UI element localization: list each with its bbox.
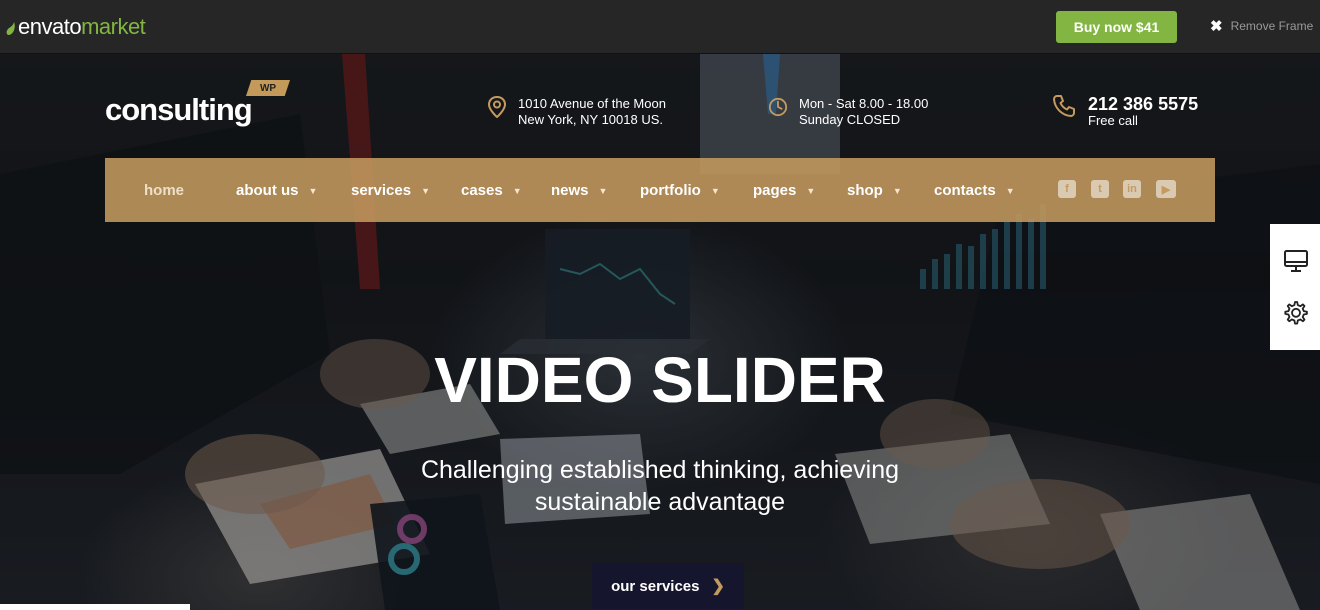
clock-icon bbox=[768, 97, 788, 117]
hero-background bbox=[0, 54, 1320, 610]
monitor-icon[interactable] bbox=[1283, 248, 1309, 274]
buy-now-button[interactable]: Buy now $41 bbox=[1056, 11, 1177, 43]
hours-block: Mon - Sat 8.00 - 18.00 Sunday CLOSED bbox=[768, 96, 928, 128]
envato-market-logo[interactable]: envato market bbox=[6, 14, 146, 40]
remove-frame-button[interactable]: ✖ Remove Frame bbox=[1210, 17, 1313, 35]
wp-badge: WP bbox=[246, 80, 290, 96]
nav-item-label: services bbox=[351, 182, 412, 199]
nav-item-label: home bbox=[144, 182, 185, 199]
our-services-button[interactable]: our services ❯ bbox=[592, 563, 744, 609]
hero-title: VIDEO SLIDER bbox=[434, 344, 886, 416]
chevron-down-icon: ▼ bbox=[1005, 185, 1015, 196]
chevron-down-icon: ▼ bbox=[710, 185, 720, 196]
linkedin-icon[interactable]: in bbox=[1123, 180, 1141, 198]
chevron-down-icon: ▼ bbox=[512, 185, 522, 196]
hours-line-2: Sunday CLOSED bbox=[799, 112, 901, 127]
nav-item-services[interactable]: services ▼ bbox=[351, 182, 430, 199]
nav-item-label: contacts bbox=[934, 182, 996, 199]
nav-item-label: pages bbox=[753, 182, 797, 199]
nav-item-cases[interactable]: cases ▼ bbox=[461, 182, 522, 199]
phone-icon bbox=[1053, 95, 1075, 117]
phone-note: Free call bbox=[1088, 113, 1138, 128]
close-icon: ✖ bbox=[1210, 18, 1223, 35]
hero-subtitle-line-1: Challenging established thinking, achiev… bbox=[420, 456, 900, 484]
nav-item-pages[interactable]: pages ▼ bbox=[753, 182, 815, 199]
consulting-logo[interactable]: consulting bbox=[105, 92, 253, 128]
hero-scene-illustration bbox=[0, 54, 1320, 610]
nav-item-label: cases bbox=[461, 182, 503, 199]
address-line-2: New York, NY 10018 US. bbox=[518, 112, 664, 127]
envato-logo-text: envato bbox=[18, 14, 82, 39]
side-tools-panel bbox=[1270, 224, 1320, 350]
hours-line-1: Mon - Sat 8.00 - 18.00 bbox=[799, 96, 929, 111]
market-logo-text: market bbox=[81, 14, 146, 39]
nav-item-news[interactable]: news ▼ bbox=[551, 182, 607, 199]
main-navigation: home about us ▼ services ▼ cases ▼ news … bbox=[105, 158, 1215, 222]
envato-leaf-icon bbox=[6, 21, 15, 35]
nav-item-shop[interactable]: shop ▼ bbox=[847, 182, 902, 199]
nav-item-label: about us bbox=[236, 182, 299, 199]
our-services-label: our services bbox=[611, 577, 700, 595]
brand-name: consulting bbox=[105, 92, 253, 127]
envato-top-bar: envato market Buy now $41 ✖ Remove Frame bbox=[0, 0, 1320, 54]
chevron-down-icon: ▼ bbox=[308, 185, 318, 196]
bottom-edge-bar bbox=[0, 604, 190, 610]
chevron-down-icon: ▼ bbox=[421, 185, 430, 196]
hero-subtitle-line-2: sustainable advantage bbox=[534, 488, 786, 516]
remove-frame-label: Remove Frame bbox=[1230, 19, 1314, 33]
address-block: 1010 Avenue of the Moon New York, NY 100… bbox=[487, 96, 666, 128]
phone-block: 212 386 5575 Free call bbox=[1052, 94, 1198, 128]
nav-item-contacts[interactable]: contacts ▼ bbox=[934, 182, 1015, 199]
youtube-icon[interactable]: ▶ bbox=[1156, 180, 1176, 198]
chevron-down-icon: ▼ bbox=[892, 185, 902, 196]
facebook-icon[interactable]: f bbox=[1058, 180, 1076, 198]
nav-item-home[interactable]: home bbox=[144, 182, 184, 199]
nav-item-label: news bbox=[551, 182, 589, 199]
nav-item-label: portfolio bbox=[640, 182, 701, 199]
chevron-right-icon: ❯ bbox=[711, 578, 725, 595]
nav-item-label: shop bbox=[847, 182, 883, 199]
phone-number[interactable]: 212 386 5575 bbox=[1088, 94, 1198, 114]
map-pin-icon bbox=[487, 96, 507, 118]
chevron-down-icon: ▼ bbox=[598, 185, 608, 196]
nav-item-portfolio[interactable]: portfolio ▼ bbox=[640, 182, 720, 199]
nav-item-about-us[interactable]: about us ▼ bbox=[236, 182, 317, 199]
address-line-1: 1010 Avenue of the Moon bbox=[518, 96, 666, 111]
gear-icon[interactable] bbox=[1283, 300, 1309, 326]
twitter-icon[interactable]: t bbox=[1091, 180, 1109, 198]
hero-subtitle: Challenging established thinking, achiev… bbox=[0, 454, 1320, 518]
chevron-down-icon: ▼ bbox=[806, 185, 816, 196]
